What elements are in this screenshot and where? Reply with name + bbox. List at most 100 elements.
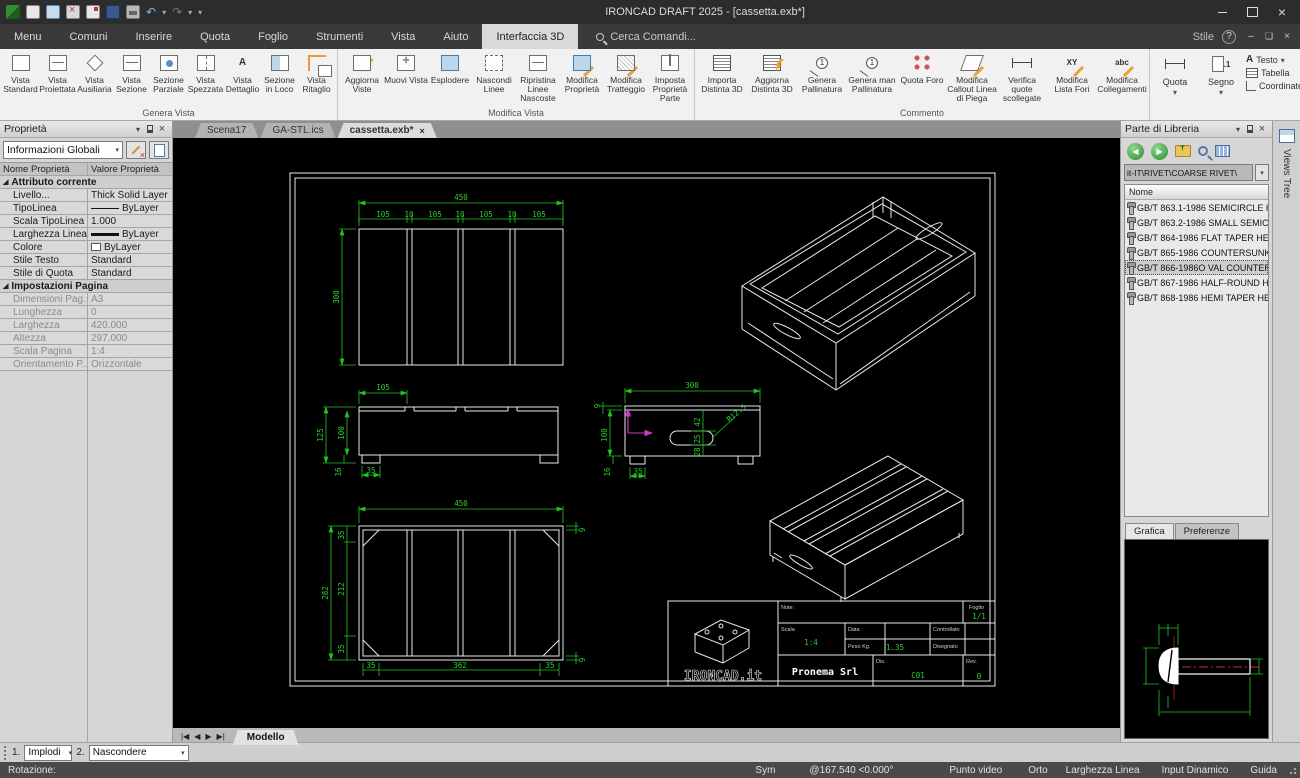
- btn-modifica-callout[interactable]: Modifica Callout Linea di Piega: [947, 50, 997, 106]
- close-document-icon[interactable]: [66, 5, 80, 19]
- minimize-button[interactable]: [1208, 2, 1236, 22]
- btn-vista-ritaglio[interactable]: Vista Ritaglio: [298, 50, 335, 106]
- btn-importa-distinta[interactable]: Importa Distinta 3D: [697, 50, 747, 106]
- menu-tab-quota[interactable]: Quota: [186, 24, 244, 49]
- library-item[interactable]: GB/T 868-1986 HEMI TAPER HE...: [1125, 290, 1268, 305]
- btn-genera-pallinatura[interactable]: 1Genera Pallinatura: [797, 50, 847, 106]
- panel-close-icon[interactable]: [156, 123, 168, 135]
- back-icon[interactable]: ◀: [1127, 143, 1144, 160]
- command-search[interactable]: Cerca Comandi...: [596, 24, 696, 49]
- front-view[interactable]: 450 105 10 105 10 105 10 105 300: [332, 193, 563, 365]
- panel-menu-icon[interactable]: [132, 123, 144, 135]
- close-button[interactable]: [1268, 2, 1296, 22]
- pin-icon[interactable]: [144, 123, 156, 135]
- property-scope-select[interactable]: Informazioni Globali▾: [3, 141, 123, 159]
- col-header-value[interactable]: Valore Proprietà: [88, 164, 172, 175]
- library-item[interactable]: GB/T 864-1986 FLAT TAPER HEA...: [1125, 230, 1268, 245]
- style-menu[interactable]: Stile: [1193, 31, 1214, 43]
- btn-modifica-collegamenti[interactable]: abcModifica Collegamenti: [1097, 50, 1147, 106]
- maximize-button[interactable]: [1238, 2, 1266, 22]
- btn-segno[interactable]: .1Segno: [1198, 50, 1244, 119]
- save-icon[interactable]: [106, 5, 120, 19]
- menu-tab-strumenti[interactable]: Strumenti: [302, 24, 377, 49]
- btn-ripristina-linee[interactable]: Ripristina Linee Nascoste: [516, 50, 560, 106]
- nascondere-select[interactable]: Nascondere▾: [89, 745, 189, 761]
- prop-livello[interactable]: Livello...Thick Solid Layer: [0, 189, 172, 202]
- doc-tab-cassetta[interactable]: cassetta.exb*×: [338, 123, 437, 138]
- prop-stile-quota[interactable]: Stile di QuotaStandard: [0, 267, 172, 280]
- tab-grafica[interactable]: Grafica: [1125, 523, 1174, 539]
- library-item[interactable]: GB/T 863.1-1986 SEMICIRCLE H...: [1125, 200, 1268, 215]
- menu-tab-menu[interactable]: Menu: [0, 24, 56, 49]
- doc-tab-scena17[interactable]: Scena17: [195, 123, 258, 138]
- btn-vista-sezione[interactable]: Vista Sezione: [113, 50, 150, 106]
- iso-open-crate-view[interactable]: [742, 197, 975, 390]
- menu-tab-aiuto[interactable]: Aiuto: [429, 24, 482, 49]
- app-logo-icon[interactable]: [6, 5, 20, 19]
- status-guida[interactable]: Guida: [1250, 765, 1277, 776]
- btn-genera-man-pallinatura[interactable]: 1Genera man Pallinatura: [847, 50, 897, 106]
- status-sym[interactable]: Sym: [755, 765, 775, 776]
- menu-tab-comuni[interactable]: Comuni: [56, 24, 122, 49]
- btn-tabella[interactable]: Tabella: [1246, 68, 1300, 78]
- section-impostazioni-pagina[interactable]: ◢Impostazioni Pagina: [0, 280, 172, 293]
- btn-modifica-proprieta[interactable]: Modifica Proprietà: [560, 50, 604, 106]
- first-sheet-icon[interactable]: |◀: [181, 732, 189, 741]
- btn-quota[interactable]: Quota: [1152, 50, 1198, 119]
- title-block[interactable]: Note: Foglio 1/1 Scala 1:4 Data Controll…: [668, 601, 995, 686]
- mdi-close-icon[interactable]: [1280, 31, 1294, 43]
- btn-muovi-vista[interactable]: ✛Muovi Vista: [384, 50, 428, 106]
- help-icon[interactable]: [1222, 30, 1236, 44]
- drawing-canvas[interactable]: 450 105 10 105 10 105 10 105 300: [173, 138, 1120, 728]
- btn-testo[interactable]: ATesto: [1246, 54, 1300, 65]
- btn-sezione-in-loco[interactable]: Sezione in Loco: [261, 50, 298, 106]
- btn-vista-proiettata[interactable]: Vista Proiettata: [39, 50, 76, 106]
- print-icon[interactable]: [126, 5, 140, 19]
- import-icon[interactable]: [86, 5, 100, 19]
- btn-coordinate[interactable]: Coordinate: [1246, 81, 1300, 91]
- library-item[interactable]: GB/T 863.2-1986 SMALL SEMICI...: [1125, 215, 1268, 230]
- last-sheet-icon[interactable]: ▶|: [217, 732, 225, 741]
- redo-caret-icon[interactable]: ▾: [188, 8, 192, 17]
- library-item-selected[interactable]: GB/T 866-1986O VAL COUNTER...: [1125, 260, 1268, 275]
- btn-modifica-tratteggio[interactable]: Modifica Tratteggio: [604, 50, 648, 106]
- btn-quota-foro[interactable]: Quota Foro: [897, 50, 947, 106]
- list-header-nome[interactable]: Nome: [1125, 185, 1268, 200]
- open-document-icon[interactable]: [46, 5, 60, 19]
- end-view[interactable]: 300 100 9 42 25 28 R12.5: [593, 381, 760, 479]
- library-item[interactable]: GB/T 865-1986 COUNTERSUNK ...: [1125, 245, 1268, 260]
- btn-modifica-lista-fori[interactable]: XYModifica Lista Fori: [1047, 50, 1097, 106]
- menu-tab-interfaccia-3d[interactable]: Interfaccia 3D: [482, 24, 578, 49]
- btn-aggiorna-distinta[interactable]: Aggiorna Distinta 3D: [747, 50, 797, 106]
- bottom-view[interactable]: 450 35 212 35 282 9 9: [321, 499, 587, 676]
- tab-close-icon[interactable]: ×: [420, 126, 425, 136]
- menu-tab-vista[interactable]: Vista: [377, 24, 429, 49]
- view-mode-icon[interactable]: [1215, 145, 1230, 157]
- btn-vista-ausiliaria[interactable]: Vista Ausiliaria: [76, 50, 113, 106]
- prop-colore[interactable]: ColoreByLayer: [0, 241, 172, 254]
- apply-property-button[interactable]: [149, 141, 169, 159]
- status-orto[interactable]: Orto: [1028, 765, 1047, 776]
- library-close-icon[interactable]: [1256, 123, 1268, 135]
- menu-tab-foglio[interactable]: Foglio: [244, 24, 302, 49]
- undo-caret-icon[interactable]: ▾: [162, 8, 166, 17]
- implodi-select[interactable]: Implodi▾: [24, 745, 72, 761]
- side-view[interactable]: 105 125 100 35 16: [316, 383, 558, 478]
- mdi-restore-icon[interactable]: [1262, 31, 1276, 43]
- btn-vista-standard[interactable]: Vista Standard: [2, 50, 39, 106]
- section-attributo-corrente[interactable]: ◢Attributo corrente: [0, 176, 172, 189]
- btn-imposta-proprieta-parte[interactable]: Imposta Proprietà Parte: [648, 50, 692, 106]
- library-menu-icon[interactable]: [1232, 123, 1244, 135]
- forward-icon[interactable]: ▶: [1151, 143, 1168, 160]
- btn-aggiorna-viste[interactable]: Aggiorna Viste: [340, 50, 384, 106]
- btn-nascondi-linee[interactable]: Nascondi Linee: [472, 50, 516, 106]
- path-dropdown-icon[interactable]: ▾: [1255, 164, 1269, 181]
- btn-verifica-quote[interactable]: Verifica quote scollegate: [997, 50, 1047, 106]
- clear-property-button[interactable]: [126, 141, 146, 159]
- views-tree-icon[interactable]: [1279, 129, 1295, 143]
- doc-tab-ga-stl[interactable]: GA-STL.ics: [260, 123, 335, 138]
- prev-sheet-icon[interactable]: ◀: [194, 732, 200, 741]
- next-sheet-icon[interactable]: ▶: [205, 732, 211, 741]
- prop-stile-testo[interactable]: Stile TestoStandard: [0, 254, 172, 267]
- btn-vista-spezzata[interactable]: Vista Spezzata: [187, 50, 224, 106]
